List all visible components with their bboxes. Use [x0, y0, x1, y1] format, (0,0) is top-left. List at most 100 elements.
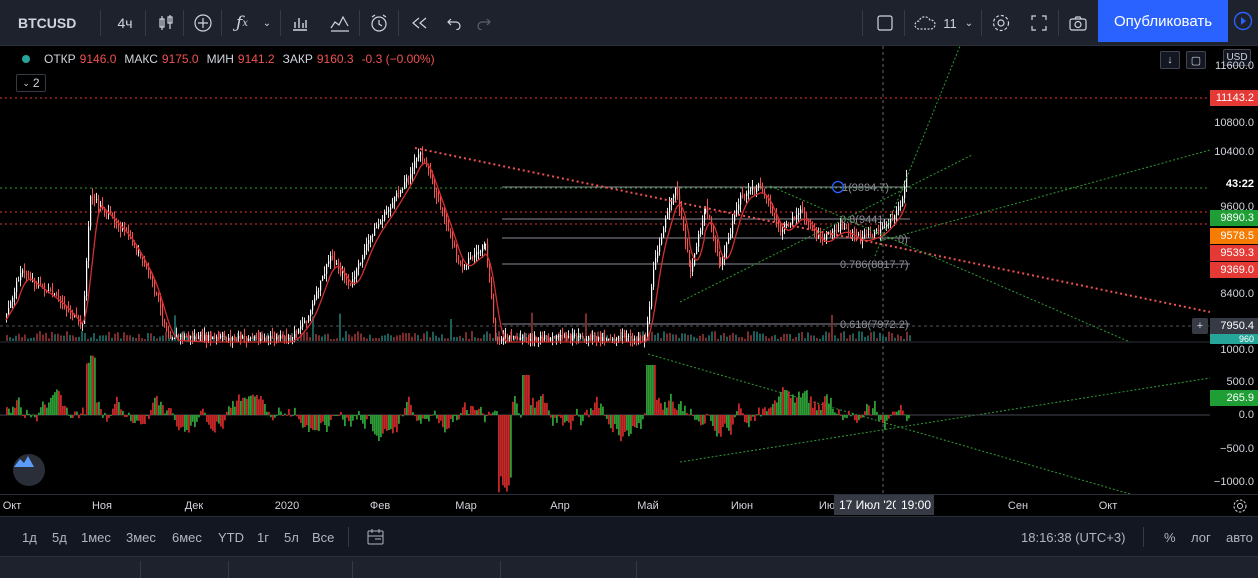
- collapse-indicators-button[interactable]: ⌄ 2: [16, 74, 46, 92]
- candle-body: [50, 290, 52, 292]
- range-all[interactable]: Все: [312, 530, 334, 545]
- play-icon[interactable]: [1228, 0, 1258, 42]
- go-to-date-icon[interactable]: [366, 528, 386, 551]
- oscillator-bar: [696, 415, 698, 420]
- oscillator-bar: [92, 355, 94, 415]
- publish-button[interactable]: Опубликовать: [1098, 0, 1228, 42]
- add-indicator-icon[interactable]: [189, 8, 217, 38]
- candle-body: [200, 335, 202, 337]
- restore-icon[interactable]: ▢: [1186, 51, 1206, 69]
- interval-button[interactable]: 4ч: [110, 8, 140, 38]
- layout-icon[interactable]: [872, 8, 898, 38]
- fx-icon[interactable]: ƒx: [228, 8, 256, 38]
- auto-scale-toggle[interactable]: авто: [1226, 530, 1253, 545]
- time-tick: Окт: [1098, 500, 1118, 512]
- volume-bar: [717, 338, 719, 341]
- toolbar-divider: [145, 10, 146, 36]
- range-1d[interactable]: 1д: [22, 530, 37, 545]
- volume-bar: [351, 336, 353, 341]
- top-toolbar: BTCUSD 4ч ƒx ⌄ 11 ⌄ Опубликовать: [0, 0, 1258, 46]
- range-1m[interactable]: 1мес: [81, 530, 111, 545]
- oscillator-bar: [618, 415, 620, 436]
- settings-icon[interactable]: [987, 8, 1015, 38]
- volume-bar: [855, 338, 857, 341]
- oscillator-bar: [96, 402, 98, 415]
- candle-body: [804, 211, 806, 218]
- oscillator-bar: [694, 415, 696, 420]
- oscillator-bar: [10, 412, 12, 415]
- replay-icon[interactable]: [405, 8, 433, 38]
- candle-body: [258, 337, 260, 341]
- candle-body: [22, 270, 24, 274]
- oscillator-bar: [252, 394, 254, 415]
- chart-area[interactable]: 1(9894.7) 0.8(9441 0.786(8817.7) 0.618(7972…: [0, 46, 1258, 516]
- compare-icon[interactable]: [286, 8, 314, 38]
- candle-body: [709, 214, 711, 221]
- oscillator-bar: [328, 415, 330, 427]
- range-ytd[interactable]: YTD: [218, 530, 244, 545]
- price-axis[interactable]: 11600.0 10800.0 10400.0 960 0.0 8400.0 10…: [1210, 46, 1258, 494]
- percent-scale-toggle[interactable]: %: [1164, 530, 1176, 545]
- oscillator-bar: [242, 397, 244, 415]
- candle-body: [626, 336, 628, 338]
- volume-bar: [798, 333, 800, 341]
- range-3m[interactable]: 3мес: [126, 530, 156, 545]
- add-price-line-icon[interactable]: +: [1192, 318, 1208, 334]
- oscillator-bar: [644, 413, 646, 415]
- symbol-search-button[interactable]: BTCUSD: [6, 8, 96, 38]
- candle-body: [898, 206, 900, 211]
- volume-bar: [870, 332, 872, 341]
- candle-body: [252, 337, 254, 339]
- oscillator-bar: [104, 412, 106, 415]
- price-chart-canvas[interactable]: 1(9894.7)0.8(94410.786(8817.7)0.618(7972…: [0, 46, 1258, 516]
- clock-timezone[interactable]: 18:16:38 (UTC+3): [1021, 530, 1125, 545]
- undo-icon[interactable]: [440, 8, 468, 38]
- candle-body: [698, 234, 700, 247]
- candle-body: [782, 230, 784, 233]
- volume-bar: [819, 338, 821, 341]
- volume-bar: [894, 337, 896, 341]
- candle-body: [542, 335, 544, 340]
- camera-icon[interactable]: [1064, 8, 1092, 38]
- volume-bar: [387, 333, 389, 341]
- oscillator-bar: [708, 414, 710, 416]
- volume-bar: [309, 337, 311, 341]
- bars-icon[interactable]: [326, 8, 354, 38]
- candle-body: [570, 336, 572, 341]
- volume-bar: [153, 336, 155, 341]
- scroll-down-icon[interactable]: ↓: [1160, 51, 1180, 69]
- range-1y[interactable]: 1г: [257, 530, 269, 545]
- chevron-down-icon[interactable]: ⌄: [961, 8, 977, 38]
- range-5y[interactable]: 5л: [284, 530, 299, 545]
- candle-body: [685, 230, 687, 246]
- oscillator-bar: [538, 399, 540, 415]
- oscillator-bar: [336, 415, 338, 416]
- cloud-icon[interactable]: [910, 8, 940, 38]
- range-5d[interactable]: 5д: [52, 530, 67, 545]
- log-scale-toggle[interactable]: лог: [1191, 530, 1211, 545]
- oscillator-bar: [270, 415, 272, 418]
- candle-body: [378, 223, 380, 228]
- redo-icon[interactable]: [470, 8, 498, 38]
- time-axis[interactable]: Окт Ноя Дек 2020 Фев Мар Апр Май Июн Ию …: [0, 494, 1258, 516]
- candles-icon[interactable]: [152, 8, 180, 38]
- oscillator-bar: [838, 409, 840, 415]
- chevron-down-icon[interactable]: ⌄: [258, 8, 276, 38]
- volume-bar: [66, 331, 68, 341]
- oscillator-bar: [738, 403, 740, 415]
- candle-body: [732, 221, 734, 234]
- candle-body: [408, 177, 410, 179]
- oscillator-bar: [402, 415, 404, 417]
- alert-icon[interactable]: [365, 8, 393, 38]
- oscillator-bar: [398, 415, 400, 424]
- fullscreen-icon[interactable]: [1025, 8, 1053, 38]
- oscillator-bar: [818, 404, 820, 415]
- oscillator-bar: [674, 408, 676, 415]
- candle-body: [868, 234, 870, 236]
- tradingview-logo-icon[interactable]: [13, 454, 45, 486]
- volume-bar: [756, 331, 758, 341]
- oscillator-bar: [410, 404, 412, 415]
- layouts-count[interactable]: 11: [940, 8, 960, 38]
- range-6m[interactable]: 6мес: [172, 530, 202, 545]
- candle-body: [513, 335, 515, 337]
